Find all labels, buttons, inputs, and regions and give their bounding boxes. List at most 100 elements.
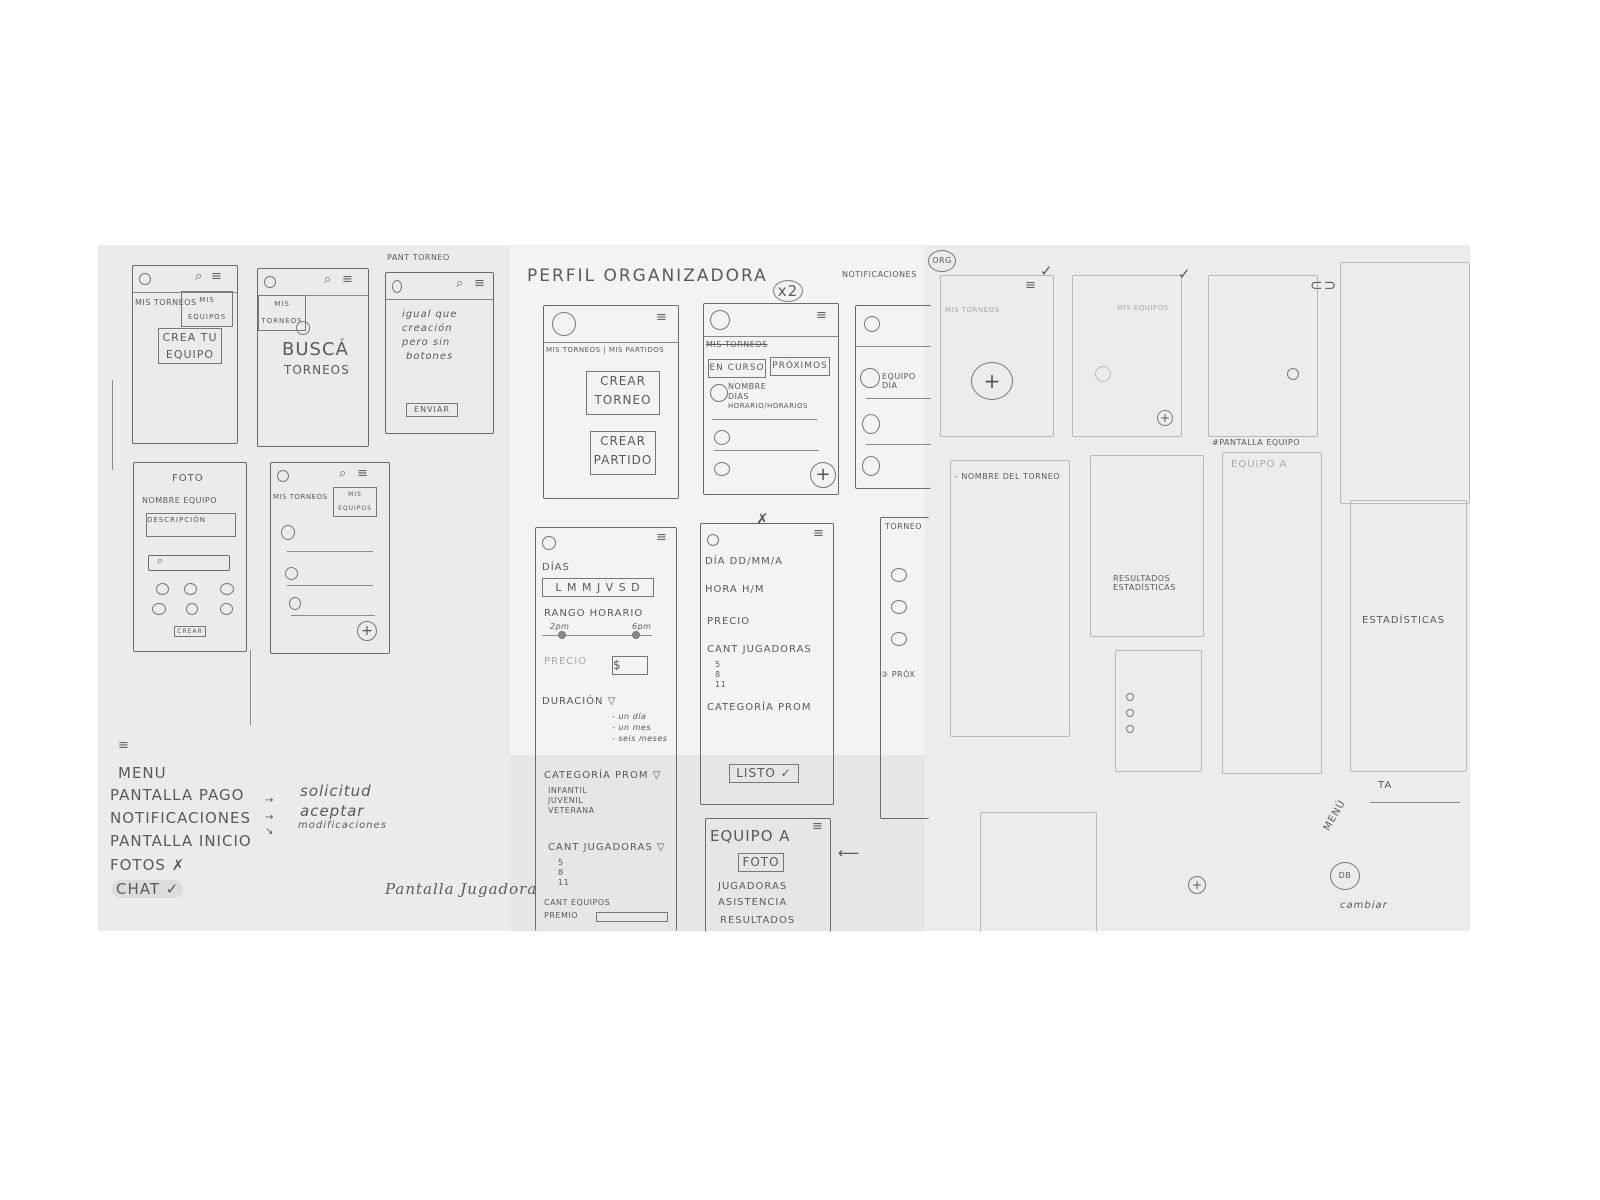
page-title: PERFIL ORGANIZADORA — [527, 266, 768, 286]
menu-icon: ≡ — [118, 738, 129, 753]
players-option: 11 — [558, 878, 570, 887]
player-avatar[interactable] — [156, 583, 169, 595]
search-icon: ⌕ — [195, 269, 203, 284]
search-field[interactable]: ⌕ — [148, 554, 230, 571]
radio[interactable] — [1126, 693, 1134, 701]
org-badge: ORG — [928, 250, 956, 272]
team-row[interactable]: JUGADORAS — [718, 881, 787, 892]
team-row[interactable]: ASISTENCIA — [718, 897, 787, 908]
headline: BUSCÁ — [282, 339, 349, 360]
player-avatar[interactable] — [152, 603, 166, 615]
range-slider-handle[interactable] — [558, 631, 566, 639]
tournament-header: TORNEO — [885, 522, 923, 531]
change-link[interactable]: cambiar — [1340, 900, 1388, 911]
note-item: MENU — [118, 764, 167, 782]
duration-option: - un mes — [612, 723, 651, 732]
signature: Pantalla Jugadora — [385, 880, 538, 898]
players-label: CANT JUGADORAS — [707, 644, 812, 655]
add-button[interactable]: + — [357, 621, 377, 641]
search-icon: ⌕ — [324, 272, 332, 287]
menu-icon: ≡ — [813, 526, 824, 541]
team-name-label: NOMBRE EQUIPO — [142, 496, 218, 505]
category-option: VETERANA — [548, 806, 595, 815]
create-button[interactable]: CREAR — [174, 626, 206, 637]
team-title: EQUIPO A — [710, 827, 791, 845]
team-row[interactable]: RESULTADOS — [720, 915, 795, 926]
note-line: botones — [406, 351, 454, 362]
menu-icon: ≡ — [342, 272, 353, 287]
avatar-db[interactable]: DB — [1330, 862, 1360, 890]
days-label: DÍAS — [542, 562, 570, 573]
note-line: pero sin — [402, 337, 451, 348]
screen-organizer-tournaments: ≡ MIS TORNEOS EN CURSO PRÓXIMOS NOMBRE D… — [703, 303, 839, 495]
description-field[interactable]: DESCRIPCIÓN — [146, 513, 236, 537]
faint-screen: EQUIPO A — [1222, 452, 1322, 774]
divider — [1370, 802, 1460, 803]
add-button[interactable]: + — [1188, 876, 1206, 894]
menu-icon: ≡ — [211, 269, 222, 284]
radio[interactable] — [1126, 709, 1134, 717]
days-selector[interactable]: L M M J V S D — [542, 578, 654, 597]
date-label: DÍA DD/MM/A — [705, 556, 783, 567]
duration-option: - seis meses — [612, 734, 668, 743]
list-item-avatar — [710, 384, 728, 402]
range-slider-handle[interactable] — [632, 631, 640, 639]
avatar-icon — [552, 312, 576, 336]
list-item-avatar — [1095, 366, 1111, 382]
duration-option: - un día — [612, 712, 647, 721]
note-line: creación — [402, 323, 453, 334]
radio[interactable] — [1126, 725, 1134, 733]
list-item-avatar — [714, 462, 730, 476]
create-match-button[interactable]: CREAR PARTIDO — [590, 431, 656, 475]
tab-in-progress[interactable]: EN CURSO — [708, 359, 766, 378]
send-button[interactable]: ENVIAR — [406, 403, 458, 417]
sub-item: solicitud — [300, 782, 372, 800]
time-label: HORA H/M — [705, 584, 765, 595]
price-label: PRECIO — [544, 656, 588, 667]
tab-mis-torneos[interactable]: MIS TORNEOS — [273, 493, 328, 501]
note-item: CHAT ✓ — [112, 880, 184, 898]
category-label: CATEGORÍA PROM — [707, 702, 812, 713]
note-item: NOTIFICACIONES — [110, 809, 252, 827]
sub-item: aceptar — [300, 802, 365, 820]
note-item: PANTALLA PAGO — [110, 786, 245, 804]
player-avatar[interactable] — [220, 583, 234, 595]
player-avatar[interactable] — [186, 603, 198, 615]
add-button[interactable]: + — [810, 462, 836, 488]
avatar-icon — [277, 470, 289, 482]
add-button[interactable] — [1287, 368, 1299, 380]
prize-field[interactable] — [596, 912, 668, 922]
photo-label: FOTO — [172, 473, 204, 484]
players-option: 8 — [715, 670, 721, 679]
note-item: PANTALLA INICIO — [110, 832, 252, 850]
price-field[interactable]: $ — [612, 656, 648, 675]
notifications-label: NOTIFICACIONES — [842, 270, 917, 279]
tab: MIS EQUIPOS — [1117, 304, 1169, 312]
done-button[interactable]: LISTO ✓ — [729, 764, 799, 783]
notification-avatar — [864, 316, 880, 332]
avatar-icon — [542, 536, 556, 550]
screen-d: FOTO NOMBRE EQUIPO DESCRIPCIÓN ⌕ CREAR — [133, 462, 247, 652]
tab-mis-equipos[interactable]: MIS EQUIPOS — [333, 487, 377, 517]
create-tournament-button[interactable]: CREAR TORNEO — [586, 371, 660, 415]
results-label: RESULTADOS ESTADÍSTICAS — [1113, 574, 1176, 592]
avatar-icon — [392, 280, 402, 293]
notification-text: EQUIPO DÍA — [882, 372, 916, 390]
tab-mis-torneos-struck: MIS TORNEOS — [706, 340, 768, 349]
screen-side-tournament: TORNEO ③ PRÓX — [880, 517, 929, 819]
divider — [866, 444, 931, 445]
teams-label: CANT EQUIPOS — [544, 898, 611, 907]
team-photo[interactable]: FOTO — [738, 853, 784, 872]
tab-mis-equipos[interactable]: MIS EQUIPOS — [181, 291, 233, 327]
check-mark: ✓ — [1040, 262, 1054, 280]
player-avatar[interactable] — [184, 583, 197, 595]
toggle-icon: ⊂⊃ — [1310, 276, 1338, 294]
create-team-button[interactable]: CREA TU EQUIPO — [158, 328, 222, 364]
player-avatar[interactable] — [220, 603, 233, 615]
tab-upcoming[interactable]: PRÓXIMOS — [770, 357, 830, 376]
faint-screen: MIS EQUIPOS + — [1072, 275, 1182, 437]
menu-icon: ≡ — [357, 466, 368, 481]
add-button[interactable]: + — [1157, 410, 1173, 426]
tabs[interactable]: MIS TORNEOS | MIS PARTIDOS — [546, 346, 664, 354]
players-label: CANT JUGADORAS ▽ — [548, 842, 666, 853]
